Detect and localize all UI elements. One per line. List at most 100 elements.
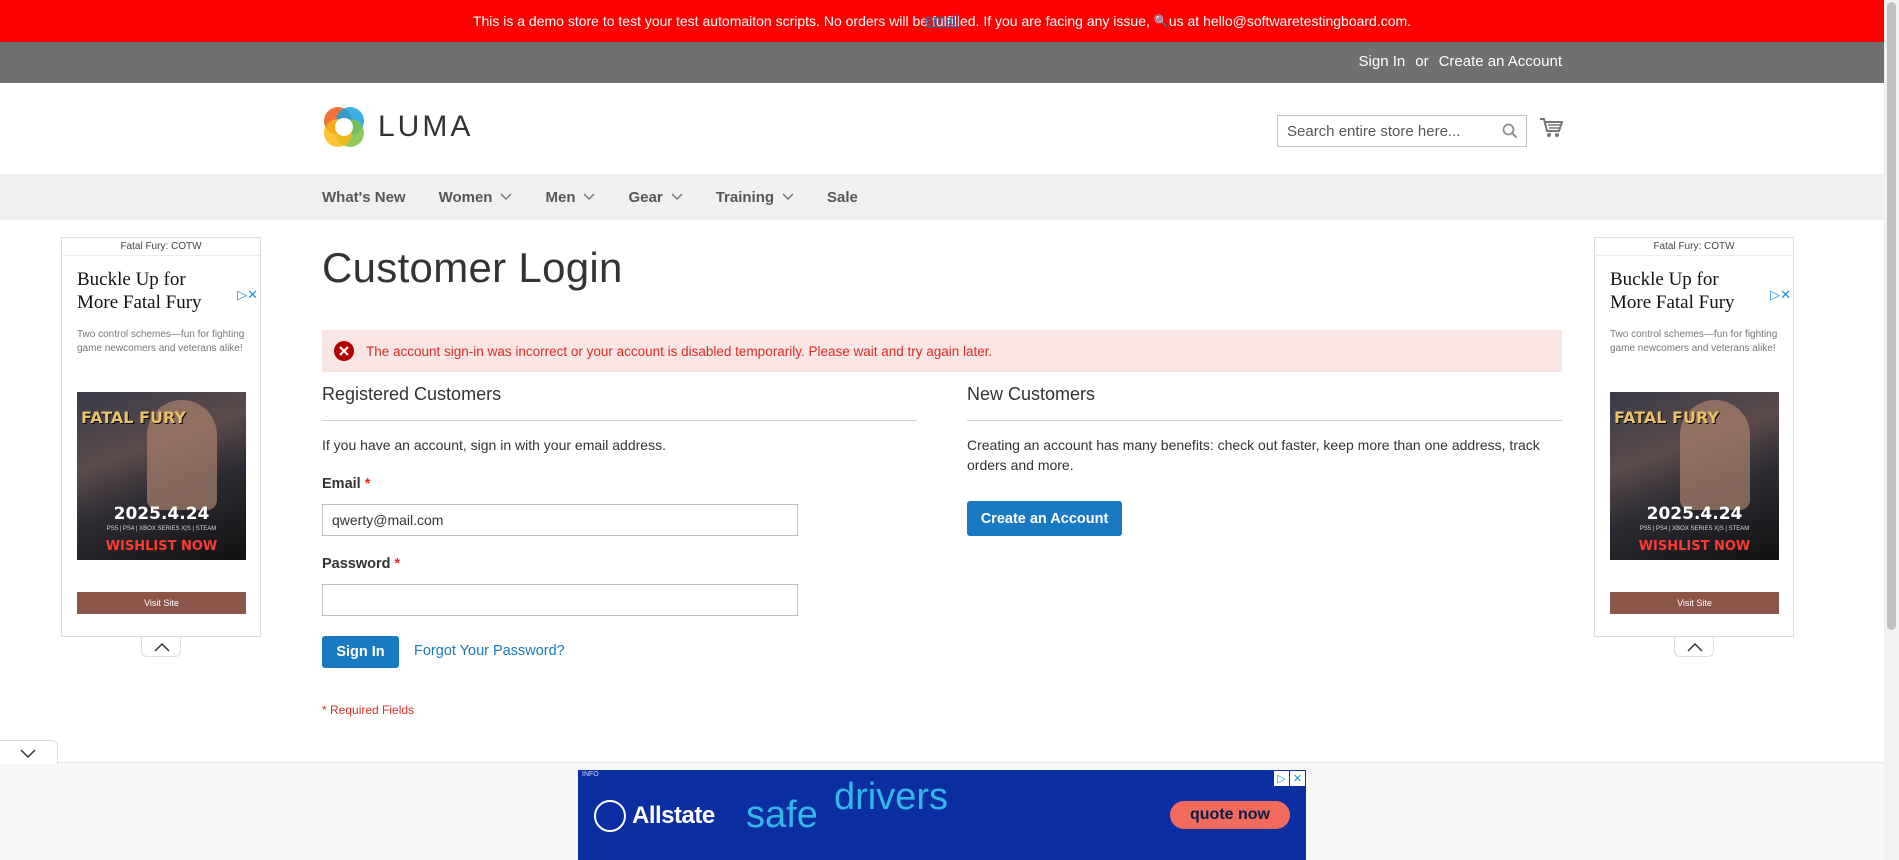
adchoices-icon[interactable]: ▷✕ bbox=[1770, 288, 1791, 303]
search-icon[interactable] bbox=[1502, 123, 1518, 139]
nav-item-sale[interactable]: Sale bbox=[827, 189, 858, 206]
forgot-password-link[interactable]: Forgot Your Password? bbox=[414, 643, 565, 659]
cart-icon[interactable] bbox=[1539, 117, 1563, 139]
close-icon[interactable]: ✕ bbox=[1290, 771, 1305, 786]
password-label-text: Password bbox=[322, 556, 391, 572]
side-ad-left[interactable]: Fatal Fury: COTW Buckle Up for More Fata… bbox=[61, 237, 261, 637]
email-label-text: Email bbox=[322, 476, 361, 492]
scrollbar[interactable] bbox=[1884, 0, 1899, 860]
nav-item-label: Gear bbox=[628, 188, 663, 206]
error-icon bbox=[334, 341, 354, 361]
registered-intro: If you have an account, sign in with you… bbox=[322, 437, 666, 453]
logo-text: LUMA bbox=[378, 110, 474, 143]
search-small-icon: 🔍 bbox=[1153, 14, 1169, 28]
ad-description: Two control schemes—fun for fighting gam… bbox=[1610, 329, 1778, 354]
ad-word-drivers: drivers bbox=[834, 776, 949, 818]
sign-in-button[interactable]: Sign In bbox=[322, 636, 399, 668]
ad-collapse-button[interactable] bbox=[141, 637, 181, 657]
nav-item-label: Women bbox=[438, 188, 493, 206]
header-top-bar: Sign In or Create an Account bbox=[0, 42, 1884, 83]
chevron-down-icon bbox=[500, 193, 513, 201]
new-customers-title: New Customers bbox=[967, 384, 1096, 404]
logo[interactable]: LUMA bbox=[322, 105, 473, 149]
ad-image-cta: WISHLIST NOW bbox=[1638, 539, 1751, 554]
search-box bbox=[1277, 115, 1527, 147]
bottom-banner-ad[interactable]: INFO Allstate safe drivers quote now ▷ ✕ bbox=[578, 770, 1306, 860]
nav-item-women[interactable]: Women bbox=[439, 189, 513, 206]
ad-info-label: INFO bbox=[582, 771, 599, 778]
ad-word-safe: safe bbox=[746, 794, 818, 836]
new-customers-text: Creating an account has many benefits: c… bbox=[967, 437, 1540, 473]
chevron-down-icon bbox=[671, 193, 683, 201]
ad-image[interactable]: FATAL FURY 2025.4.24 PS5 | PS4 | XBOX SE… bbox=[77, 392, 246, 560]
create-account-link[interactable]: Create an Account bbox=[1439, 53, 1562, 70]
chevron-up-icon bbox=[154, 642, 170, 652]
email-label: Email * bbox=[322, 476, 370, 492]
allstate-hands-icon bbox=[594, 800, 626, 832]
ad-image-logo: FATAL FURY bbox=[1614, 408, 1720, 427]
nav-item-training[interactable]: Training bbox=[716, 189, 794, 206]
nav-item-label: Training bbox=[715, 188, 775, 206]
allstate-logo: Allstate bbox=[594, 800, 715, 832]
nav-item-label: Sale bbox=[827, 188, 858, 206]
ad-image-cta: WISHLIST NOW bbox=[105, 539, 218, 554]
email-field-wrapper bbox=[322, 504, 798, 536]
luma-logo-icon bbox=[324, 107, 364, 147]
email-link[interactable]: email bbox=[925, 13, 960, 29]
adchoices-icon[interactable]: ▷ ✕ bbox=[1274, 771, 1305, 786]
chevron-down-icon bbox=[782, 193, 794, 201]
error-message: The account sign-in was incorrect or you… bbox=[322, 330, 1562, 372]
ad-image-platforms: PS5 | PS4 | XBOX SERIES X|S | STEAM bbox=[106, 526, 217, 532]
divider bbox=[967, 420, 1562, 421]
header: LUMA bbox=[0, 83, 1884, 174]
scrollbar-thumb[interactable] bbox=[1887, 2, 1896, 630]
demo-banner-text: This is a demo store to test your test a… bbox=[472, 13, 1150, 29]
nav-item-whats-new[interactable]: What's New bbox=[322, 189, 406, 206]
nav-item-gear[interactable]: Gear bbox=[628, 188, 683, 206]
visit-site-button[interactable]: Visit Site bbox=[1610, 592, 1779, 614]
ad-title[interactable]: Buckle Up for More Fatal Fury bbox=[77, 268, 227, 314]
ad-image-date: 2025.4.24 bbox=[113, 504, 210, 524]
demo-banner-text-after: us at hello@softwaretestingboard.com. bbox=[1168, 13, 1412, 29]
header-links: Sign In or Create an Account bbox=[1359, 53, 1562, 70]
chevron-down-icon bbox=[20, 749, 36, 759]
create-account-button[interactable]: Create an Account bbox=[967, 501, 1122, 536]
password-field[interactable] bbox=[323, 585, 797, 615]
required-fields-note: * Required Fields bbox=[322, 703, 415, 717]
required-mark: * bbox=[394, 556, 401, 572]
registered-customers-title: Registered Customers bbox=[322, 384, 502, 404]
chevron-up-icon bbox=[1687, 642, 1703, 652]
nav-item-label: Men bbox=[545, 188, 576, 206]
error-text: The account sign-in was incorrect or you… bbox=[366, 343, 993, 359]
ad-image-date: 2025.4.24 bbox=[1646, 504, 1743, 524]
visit-site-button[interactable]: Visit Site bbox=[77, 592, 246, 614]
nav-items: What's New Women Men Gear Training Sale bbox=[322, 174, 891, 220]
password-label: Password * bbox=[322, 556, 400, 572]
nav-item-label: What's New bbox=[322, 188, 406, 206]
sign-in-link[interactable]: Sign In bbox=[1359, 53, 1406, 70]
ad-collapse-button[interactable] bbox=[1674, 637, 1714, 657]
bottom-ad-collapse-button[interactable] bbox=[0, 740, 58, 764]
demo-store-banner: This is a demo store to test your test a… bbox=[0, 0, 1884, 42]
ad-title[interactable]: Buckle Up for More Fatal Fury bbox=[1610, 268, 1760, 314]
ad-description: Two control schemes—fun for fighting gam… bbox=[77, 329, 245, 354]
adchoices-triangle-icon[interactable]: ▷ bbox=[1274, 771, 1289, 786]
allstate-brand-text: Allstate bbox=[632, 802, 715, 829]
ad-header: Fatal Fury: COTW bbox=[1595, 238, 1793, 256]
divider bbox=[322, 420, 917, 421]
password-field-wrapper bbox=[322, 584, 798, 616]
email-field[interactable] bbox=[323, 505, 797, 535]
main-navigation: What's New Women Men Gear Training Sale bbox=[0, 174, 1884, 220]
page-title: Customer Login bbox=[322, 244, 623, 291]
nav-item-men[interactable]: Men bbox=[545, 188, 596, 206]
required-mark: * bbox=[364, 476, 371, 492]
search-input[interactable] bbox=[1278, 116, 1488, 146]
ad-image[interactable]: FATAL FURY 2025.4.24 PS5 | PS4 | XBOX SE… bbox=[1610, 392, 1779, 560]
adchoices-icon[interactable]: ▷✕ bbox=[237, 288, 258, 303]
quote-now-button[interactable]: quote now bbox=[1170, 801, 1290, 829]
chevron-down-icon bbox=[583, 193, 596, 201]
ad-header: Fatal Fury: COTW bbox=[62, 238, 260, 256]
ad-image-platforms: PS5 | PS4 | XBOX SERIES X|S | STEAM bbox=[1639, 526, 1750, 532]
side-ad-right[interactable]: Fatal Fury: COTW Buckle Up for More Fata… bbox=[1594, 237, 1794, 637]
or-separator: or bbox=[1415, 53, 1429, 70]
